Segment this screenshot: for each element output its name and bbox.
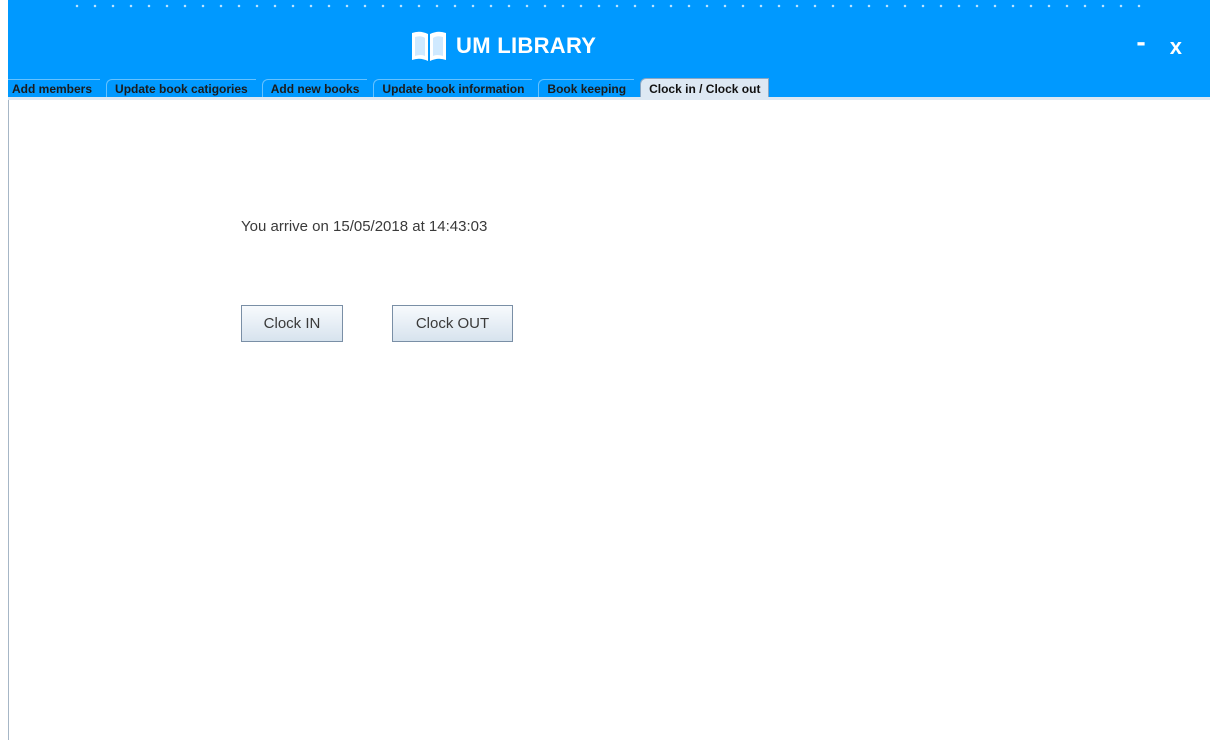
window-controls: - x: [1136, 28, 1182, 64]
tab-update-book-categories[interactable]: Update book catigories: [106, 79, 256, 98]
tab-add-new-books[interactable]: Add new books: [261, 79, 368, 98]
open-book-icon: [412, 31, 446, 61]
tab-add-members[interactable]: Add members: [8, 79, 101, 98]
clock-out-button[interactable]: Clock OUT: [392, 305, 513, 342]
tab-strip: Add members Update book catigories Add n…: [8, 75, 775, 98]
arrival-message: You arrive on 15/05/2018 at 14:43:03: [241, 218, 488, 235]
clock-panel: You arrive on 15/05/2018 at 14:43:03 Clo…: [8, 100, 1210, 740]
close-button[interactable]: x: [1170, 36, 1182, 58]
title-bar-pattern: [68, 3, 1148, 9]
clock-in-button[interactable]: Clock IN: [241, 305, 343, 342]
app-window: UM LIBRARY - x Add members Update book c…: [0, 0, 1210, 740]
tab-clock-in-clock-out[interactable]: Clock in / Clock out: [640, 78, 770, 98]
app-title-group: UM LIBRARY: [410, 26, 596, 66]
app-title: UM LIBRARY: [456, 33, 597, 58]
minimize-button[interactable]: -: [1136, 28, 1145, 56]
tab-book-keeping[interactable]: Book keeping: [538, 79, 635, 98]
tab-update-book-information[interactable]: Update book information: [373, 79, 533, 98]
